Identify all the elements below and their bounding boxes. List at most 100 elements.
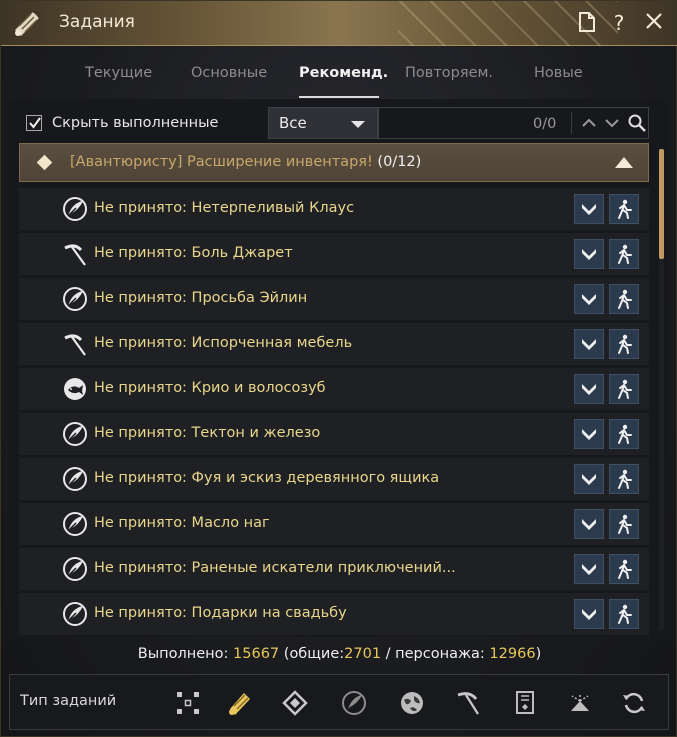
navigate-button[interactable] (609, 284, 639, 314)
chevron-down-icon (351, 121, 365, 128)
navigate-button[interactable] (609, 509, 639, 539)
all-types-icon[interactable] (170, 685, 206, 721)
feather-icon (61, 555, 89, 583)
title-bar[interactable]: Задания ? (1, 1, 677, 46)
scroll-quest-icon (11, 8, 45, 38)
stats-total: 15667 (233, 646, 280, 662)
expand-quest-button[interactable] (574, 509, 604, 539)
help-icon[interactable]: ? (607, 11, 631, 35)
quest-label: Не принято: Подарки на свадьбу (94, 605, 347, 621)
navigate-button[interactable] (609, 239, 639, 269)
quest-row[interactable]: Не принято: Крио и волосозуб (19, 368, 649, 410)
book-icon[interactable] (507, 685, 543, 721)
window-title: Задания (59, 12, 135, 32)
scythe-icon[interactable] (450, 685, 486, 721)
stats-common-prefix: (общие: (283, 646, 345, 662)
scrollbar[interactable] (659, 149, 664, 629)
feather-icon (61, 465, 89, 493)
expand-quest-button[interactable] (574, 194, 604, 224)
quest-label: Не принято: Фуя и эскиз деревянного ящик… (94, 470, 440, 486)
quest-label: Не принято: Раненые искатели приключений… (94, 560, 456, 576)
scythe-icon (61, 240, 89, 268)
quest-row[interactable]: Не принято: Масло наг (19, 503, 649, 545)
fish-icon (61, 375, 89, 403)
quest-type-bar: Тип заданий (9, 674, 669, 730)
navigate-button[interactable] (609, 374, 639, 404)
quest-label: Не принято: Крио и волосозуб (94, 380, 326, 396)
filter-row: Скрыть выполненные Все 0/0 (9, 99, 669, 143)
tab-current[interactable]: Текущие (85, 65, 152, 81)
expand-quest-button[interactable] (574, 329, 604, 359)
select-value: Все (279, 114, 307, 132)
quest-label: Не принято: Масло наг (94, 515, 270, 531)
close-icon[interactable] (642, 11, 666, 35)
quest-label: Не принято: Просьба Эйлин (94, 290, 308, 306)
active-tab-indicator (299, 96, 379, 98)
tab-recommended[interactable]: Рекоменд. (299, 65, 388, 81)
group-count: (0/12) (377, 154, 422, 170)
expand-quest-button[interactable] (574, 284, 604, 314)
group-title: [Авантюристу] Расширение инвентаря! (0/1… (70, 154, 421, 170)
quest-group-header[interactable]: [Авантюристу] Расширение инвентаря! (0/1… (19, 143, 649, 182)
quest-label: Не принято: Нетерпеливый Клаус (94, 200, 355, 216)
navigate-button[interactable] (609, 554, 639, 584)
tab-main[interactable]: Основные (191, 65, 267, 81)
hide-completed-checkbox[interactable] (26, 115, 42, 131)
globe-icon[interactable] (394, 685, 430, 721)
quest-row[interactable]: Не принято: Тектон и железо (19, 413, 649, 455)
stats-char-prefix: / персонажа: (385, 646, 485, 662)
group-tag: [Авантюристу] Расширение инвентаря! (70, 154, 373, 170)
quest-list-panel: Скрыть выполненные Все 0/0 [Авантюристу]… (9, 99, 669, 637)
expand-quest-button[interactable] (574, 239, 604, 269)
expand-quest-button[interactable] (574, 374, 604, 404)
feather-icon (61, 420, 89, 448)
quest-type-label: Тип заданий (20, 693, 117, 709)
tab-new[interactable]: Новые (534, 65, 583, 81)
stats-char: 12966 (489, 646, 536, 662)
fan-icon[interactable] (562, 685, 598, 721)
chevron-up-icon[interactable] (579, 113, 599, 133)
stats-suffix: ) (535, 646, 542, 662)
expand-quest-button[interactable] (574, 419, 604, 449)
quest-window: Задания ? Текущие Основные Рекоменд. Пов… (0, 0, 677, 737)
quest-row[interactable]: Не принято: Испорченная мебель (19, 323, 649, 365)
completion-stats: Выполнено: 15667 (общие:2701 / персонажа… (1, 646, 677, 662)
expand-quest-button[interactable] (574, 464, 604, 494)
feather-icon (61, 510, 89, 538)
quest-row[interactable]: Не принято: Боль Джарет (19, 233, 649, 275)
expand-quest-button[interactable] (574, 599, 604, 629)
stats-common: 2701 (344, 646, 382, 662)
quest-tabs: Текущие Основные Рекоменд. Повторяем. Но… (71, 53, 611, 99)
quest-filter-select[interactable]: Все (268, 107, 378, 139)
quest-row[interactable]: Не принято: Раненые искатели приключений… (19, 548, 649, 590)
divider (571, 112, 572, 134)
search-icon[interactable] (627, 113, 647, 133)
scrollbar-thumb[interactable] (659, 149, 664, 259)
navigate-button[interactable] (609, 464, 639, 494)
navigate-button[interactable] (609, 419, 639, 449)
navigate-button[interactable] (609, 329, 639, 359)
quest-row[interactable]: Не принято: Подарки на свадьбу (19, 593, 649, 635)
feather-icon[interactable] (336, 685, 372, 721)
quest-label: Не принято: Тектон и железо (94, 425, 321, 441)
search-input[interactable]: 0/0 (378, 107, 649, 139)
collapse-icon[interactable] (615, 157, 633, 168)
refresh-icon[interactable] (616, 685, 652, 721)
scroll-quest-icon[interactable] (222, 685, 258, 721)
chevron-down-icon[interactable] (602, 113, 622, 133)
navigate-button[interactable] (609, 194, 639, 224)
diamond-path-icon[interactable] (277, 685, 313, 721)
feather-icon (61, 600, 89, 628)
hide-completed-label: Скрыть выполненные (52, 115, 219, 131)
stats-prefix: Выполнено: (137, 646, 229, 662)
quest-row[interactable]: Не принято: Фуя и эскиз деревянного ящик… (19, 458, 649, 500)
quest-row[interactable]: Не принято: Просьба Эйлин (19, 278, 649, 320)
tab-repeatable[interactable]: Повторяем. (405, 65, 493, 81)
quest-row[interactable]: Не принято: Нетерпеливый Клаус (19, 188, 649, 230)
quest-label: Не принято: Испорченная мебель (94, 335, 353, 351)
quest-label: Не принято: Боль Джарет (94, 245, 293, 261)
document-icon[interactable] (575, 11, 599, 35)
expand-quest-button[interactable] (574, 554, 604, 584)
feather-icon (61, 285, 89, 313)
navigate-button[interactable] (609, 599, 639, 629)
